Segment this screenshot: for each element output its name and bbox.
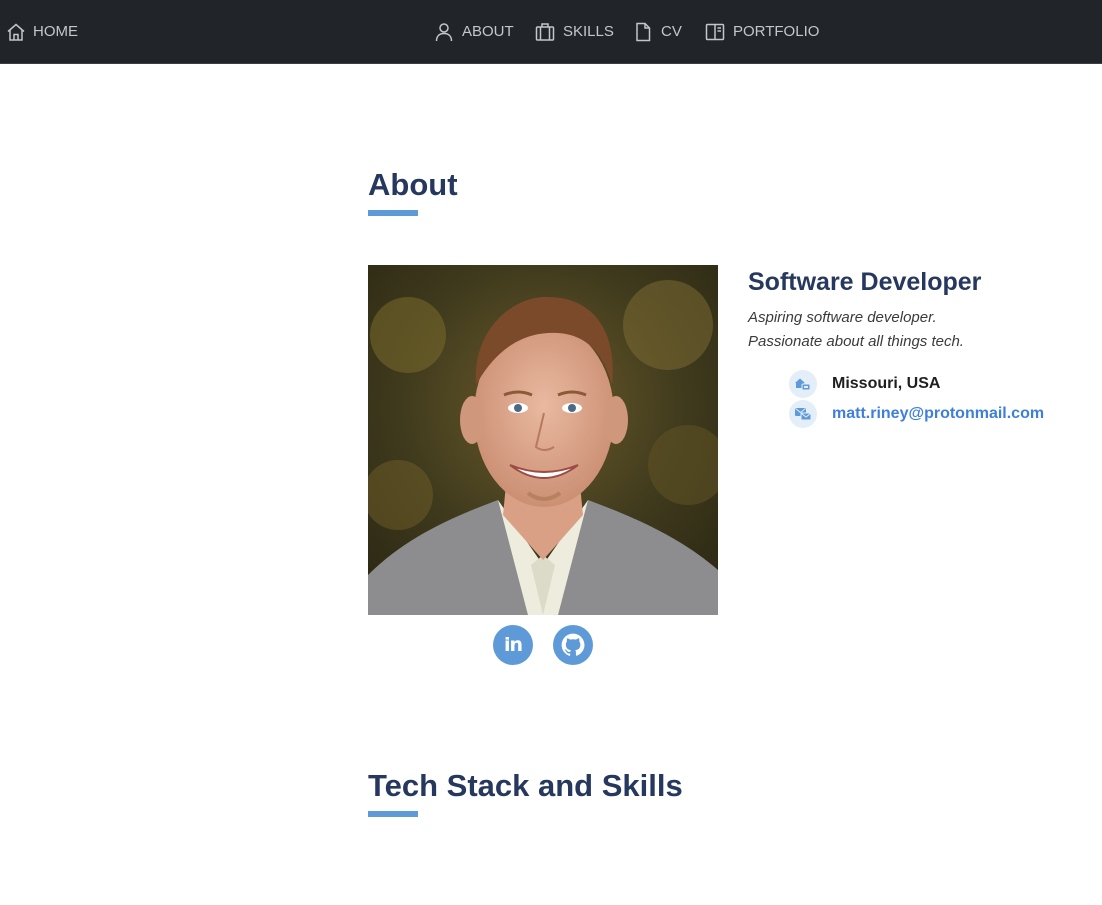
tagline-line-1: Aspiring software developer. — [748, 309, 937, 326]
about-section-title: About — [368, 167, 458, 202]
linkedin-button[interactable]: in — [493, 625, 533, 665]
person-icon — [435, 22, 453, 41]
role-title: Software Developer — [748, 268, 982, 296]
nav-cv-label: CV — [661, 23, 682, 40]
tagline-line-2: Passionate about all things tech. — [748, 333, 964, 350]
nav-cv[interactable]: CV — [633, 0, 682, 63]
email-link[interactable]: matt.riney@protonmail.com — [832, 405, 1044, 423]
profile-photo — [368, 265, 718, 615]
skills-section-title: Tech Stack and Skills — [368, 768, 683, 803]
nav-about[interactable]: ABOUT — [434, 0, 514, 63]
book-icon — [705, 23, 725, 40]
about-title-underline — [368, 210, 418, 216]
nav-skills-label: SKILLS — [563, 23, 614, 40]
github-icon — [561, 633, 585, 656]
location-icon — [789, 370, 817, 398]
github-button[interactable] — [553, 625, 593, 665]
nav-skills[interactable]: SKILLS — [535, 0, 614, 63]
nav-home-label: HOME — [33, 23, 78, 40]
nav-home[interactable]: HOME — [6, 0, 78, 63]
document-icon — [636, 22, 651, 41]
top-navbar: HOME ABOUT SKILLS CV PORTFOLIO — [0, 0, 1102, 64]
tagline: Aspiring software developer. Passionate … — [748, 306, 964, 354]
home-icon — [7, 23, 25, 41]
email-icon — [789, 400, 817, 428]
location-text: Missouri, USA — [832, 375, 941, 392]
nav-portfolio[interactable]: PORTFOLIO — [705, 0, 819, 63]
nav-portfolio-label: PORTFOLIO — [733, 23, 820, 40]
briefcase-icon — [535, 22, 555, 41]
linkedin-icon: in — [503, 634, 523, 656]
skills-title-underline — [368, 811, 418, 817]
nav-about-label: ABOUT — [462, 23, 514, 40]
